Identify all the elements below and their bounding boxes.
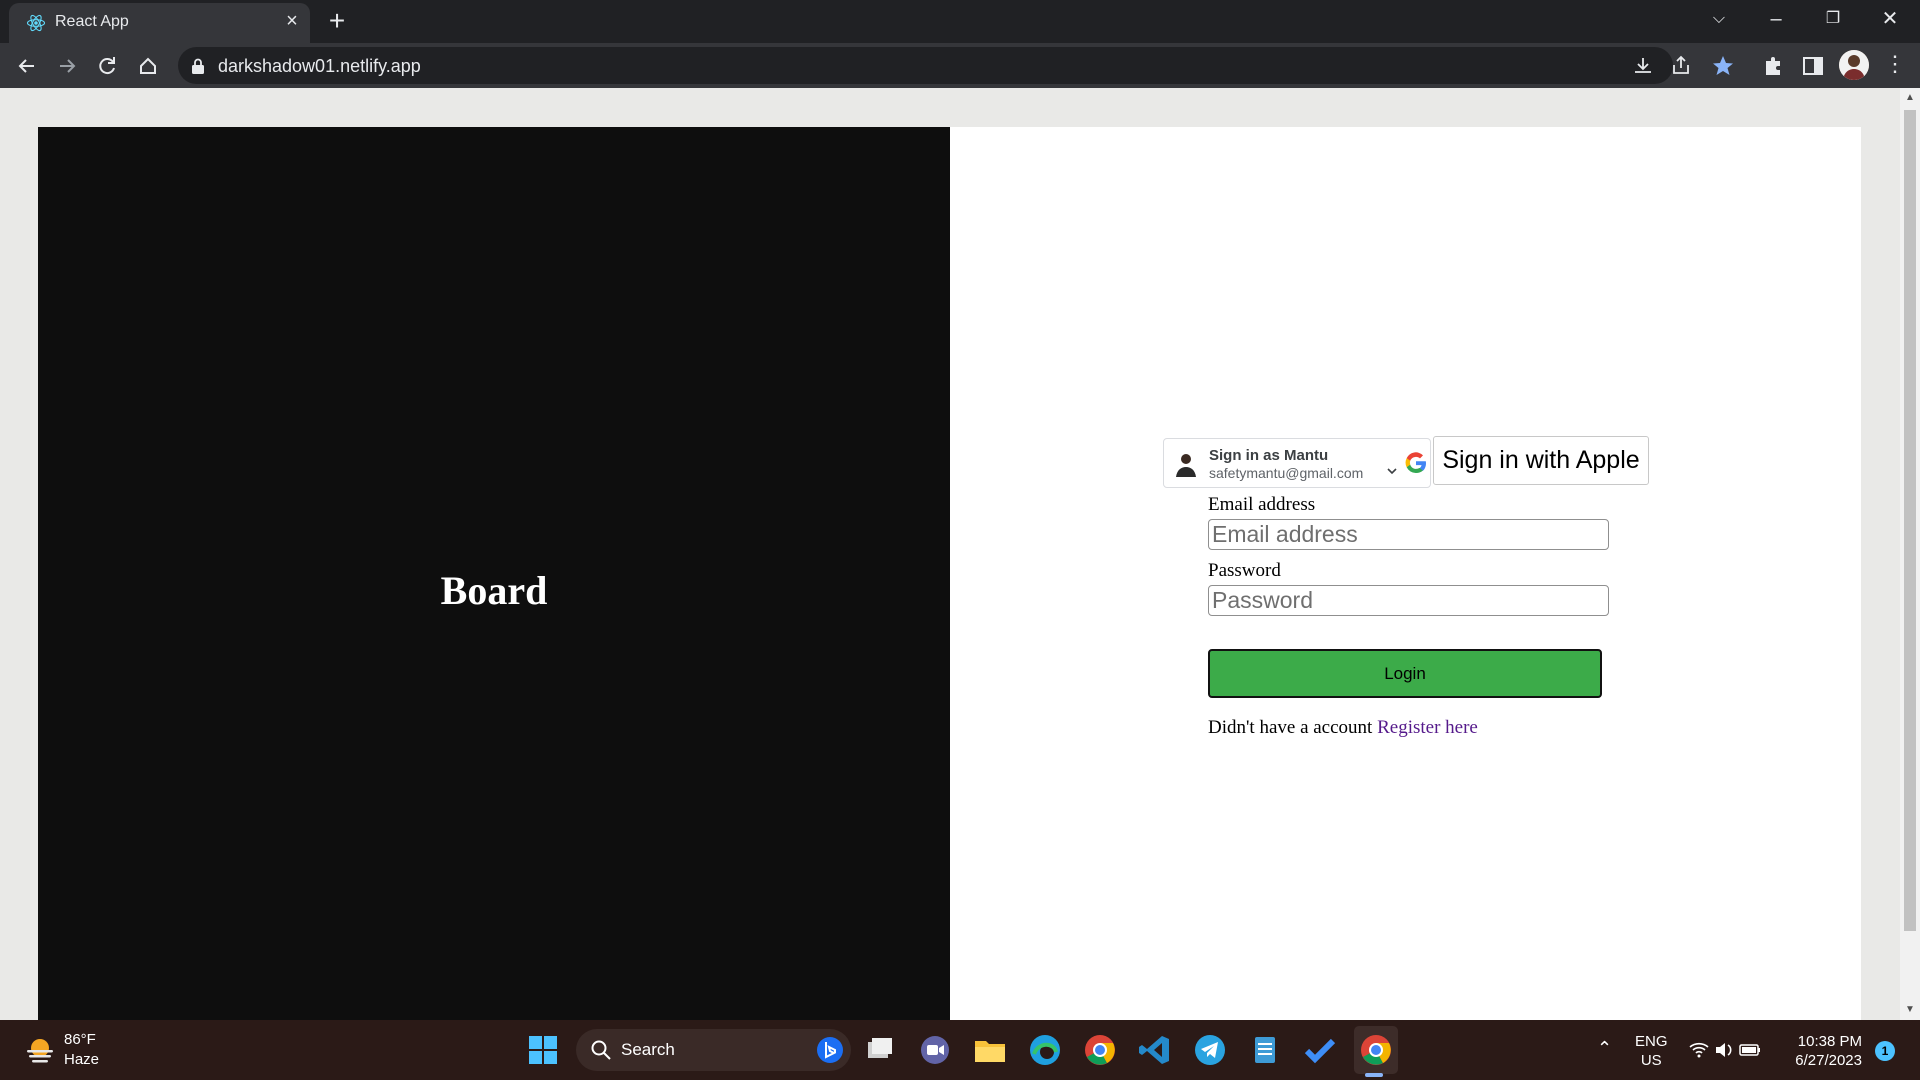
login-panel: Sign in as Mantu safetymantu@gmail.com S… — [950, 127, 1861, 1020]
tab-title: React App — [55, 13, 129, 30]
install-app-icon[interactable] — [1630, 53, 1656, 79]
google-account-name: Sign in as Mantu — [1209, 447, 1329, 464]
login-button[interactable]: Login — [1208, 649, 1602, 698]
battery-icon — [1739, 1044, 1760, 1056]
teams-chat-icon[interactable] — [917, 1032, 953, 1068]
chevron-up-icon[interactable]: ⌃ — [1597, 1038, 1617, 1058]
close-tab-icon[interactable]: × — [281, 10, 303, 32]
profile-photo-icon — [1839, 50, 1869, 80]
forward-button[interactable] — [52, 51, 82, 81]
page-viewport: Board Sign in as Mantu safetymantu@gmail… — [0, 88, 1920, 1020]
side-panel-icon[interactable] — [1800, 53, 1826, 79]
clock[interactable]: 10:38 PM 6/27/2023 — [1790, 1032, 1862, 1070]
weather-condition: Haze — [64, 1051, 100, 1068]
chrome-active-icon[interactable] — [1358, 1032, 1394, 1068]
scroll-down-arrow-icon[interactable]: ▼ — [1904, 1004, 1916, 1016]
clock-date: 6/27/2023 — [1795, 1052, 1862, 1069]
board-panel: Board — [38, 127, 950, 1020]
telegram-icon[interactable] — [1192, 1032, 1228, 1068]
weather-temperature: 86°F — [64, 1031, 96, 1048]
password-field[interactable] — [1208, 585, 1609, 616]
search-label: Search — [621, 1040, 675, 1059]
lock-icon — [192, 58, 204, 74]
region-code: US — [1640, 1052, 1662, 1069]
apple-sign-in-button[interactable]: Sign in with Apple — [1433, 436, 1649, 485]
browser-tab[interactable]: React App × — [9, 3, 310, 43]
search-icon — [591, 1040, 611, 1060]
minimize-icon[interactable]: – — [1756, 4, 1796, 34]
notepad-icon[interactable] — [1247, 1032, 1283, 1068]
page-scrollbar[interactable]: ▲ ▼ — [1900, 88, 1920, 1020]
windows-start-icon[interactable] — [528, 1035, 558, 1065]
close-window-icon[interactable]: ✕ — [1870, 4, 1910, 34]
google-logo-icon — [1405, 452, 1426, 474]
tab-search-icon[interactable]: ⌵ — [1699, 4, 1739, 34]
home-icon — [140, 57, 156, 74]
scroll-up-arrow-icon[interactable]: ▲ — [1904, 92, 1916, 104]
language-indicator[interactable]: ENG US — [1635, 1032, 1668, 1070]
register-link[interactable]: Register here — [1377, 717, 1478, 738]
reload-button[interactable] — [92, 51, 122, 81]
weather-haze-icon[interactable] — [24, 1034, 56, 1066]
volume-icon — [1716, 1043, 1732, 1057]
menu-kebab-icon[interactable]: ⋮ — [1882, 51, 1908, 77]
back-button[interactable] — [12, 51, 42, 81]
google-sign-in-button[interactable]: Sign in as Mantu safetymantu@gmail.com — [1163, 438, 1431, 488]
language-code: ENG — [1635, 1033, 1668, 1050]
browser-tab-strip: React App × + ⌵ – ❐ ✕ — [0, 0, 1920, 43]
react-icon — [26, 14, 46, 32]
clock-time: 10:38 PM — [1797, 1033, 1862, 1050]
back-arrow-icon — [18, 59, 34, 73]
google-account-avatar-icon — [1176, 454, 1196, 477]
profile-avatar[interactable] — [1839, 50, 1869, 80]
password-label: Password — [1208, 560, 1281, 581]
forward-arrow-icon — [60, 59, 76, 73]
bookmark-star-icon[interactable] — [1710, 53, 1736, 79]
taskbar-search[interactable]: Search — [576, 1029, 851, 1071]
chevron-down-icon — [1387, 468, 1397, 475]
share-icon[interactable] — [1668, 53, 1694, 79]
url-text: darkshadow01.netlify.app — [218, 56, 421, 76]
register-prompt: Didn't have a account Register here — [1208, 717, 1478, 739]
active-app-indicator — [1365, 1073, 1383, 1077]
scroll-thumb[interactable] — [1904, 110, 1916, 931]
address-bar[interactable]: darkshadow01.netlify.app — [178, 47, 1673, 84]
browser-toolbar: darkshadow01.netlify.app ⋮ — [0, 43, 1920, 88]
notification-badge[interactable]: 1 — [1875, 1041, 1895, 1061]
chrome-icon[interactable] — [1082, 1032, 1118, 1068]
bing-icon[interactable] — [816, 1036, 844, 1064]
email-label: Email address — [1208, 494, 1316, 515]
register-prompt-text: Didn't have a account — [1208, 717, 1373, 738]
edge-icon[interactable] — [1027, 1032, 1063, 1068]
new-tab-button[interactable]: + — [322, 7, 352, 37]
email-field[interactable] — [1208, 519, 1609, 550]
wifi-icon — [1689, 1042, 1709, 1058]
file-explorer-icon[interactable] — [972, 1032, 1008, 1068]
system-tray-icons[interactable] — [1688, 1039, 1768, 1061]
reload-icon — [99, 57, 115, 75]
restore-icon[interactable]: ❐ — [1813, 4, 1853, 34]
todo-check-icon[interactable] — [1302, 1032, 1338, 1068]
vscode-icon[interactable] — [1137, 1032, 1173, 1068]
board-title: Board — [440, 568, 548, 613]
task-view-icon[interactable] — [862, 1032, 898, 1068]
google-account-email: safetymantu@gmail.com — [1209, 465, 1364, 481]
home-button[interactable] — [133, 51, 163, 81]
taskbar: 86°F Haze Search ⌃ ENG US 10:38 PM 6/27/… — [0, 1020, 1920, 1080]
extensions-icon[interactable] — [1760, 53, 1786, 79]
